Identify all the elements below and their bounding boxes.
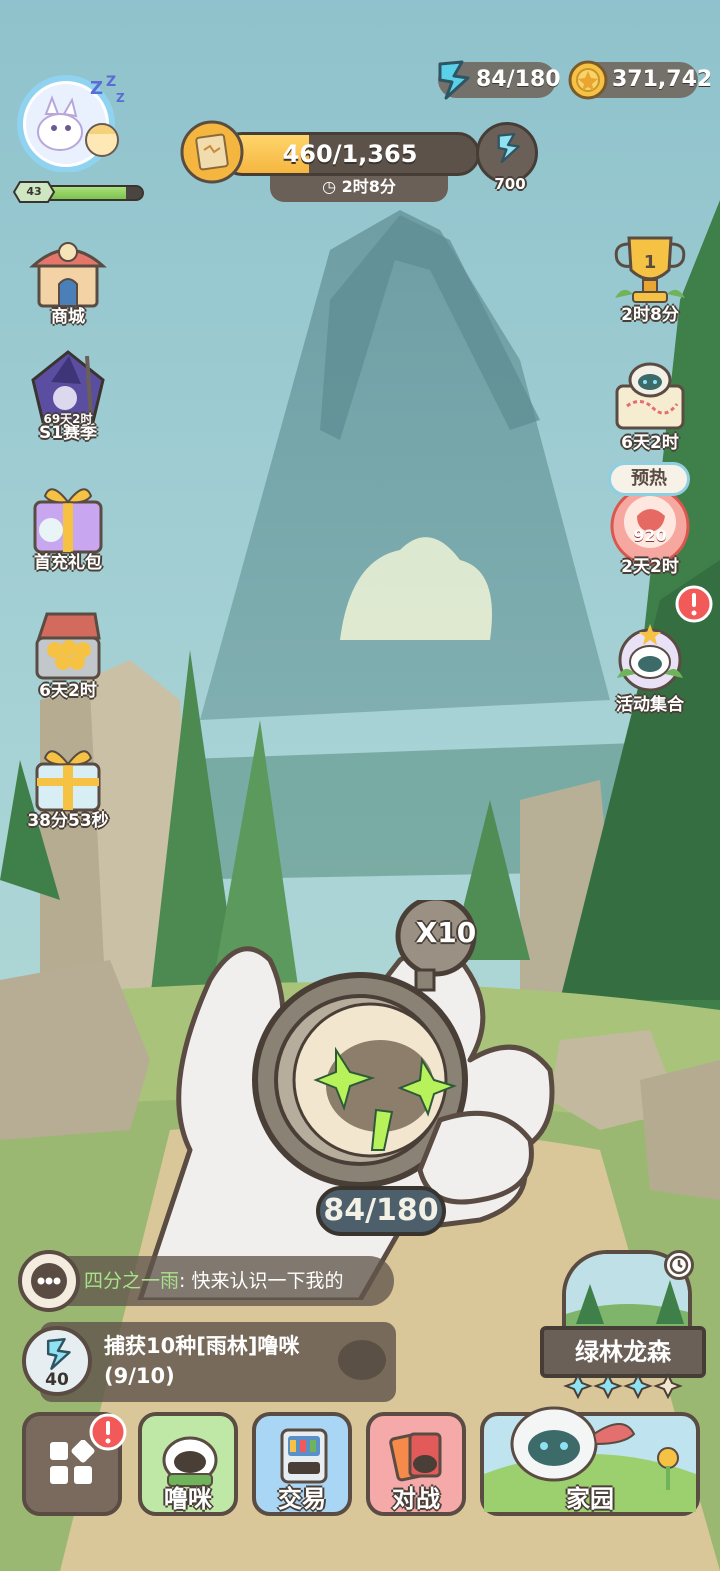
quest-reward-amount: 40 <box>45 1370 69 1390</box>
chat-sender: 四分之一雨 <box>84 1270 180 1292</box>
season-timer-text: 2时8分 <box>341 177 396 196</box>
shop-button[interactable]: 商城 <box>18 230 118 327</box>
map-scroll-label: 6天2时 <box>621 433 679 453</box>
treasure-chest-label: 6天2时 <box>39 681 97 701</box>
chat-preview: 四分之一雨: 快来认识一下我的 <box>84 1256 384 1306</box>
warmup-event-label: 2天2时 <box>621 557 679 577</box>
quest-progress: (9/10) <box>104 1364 175 1388</box>
svg-text:Z: Z <box>106 74 116 90</box>
season-reward[interactable]: 700 <box>476 122 538 193</box>
nav-trade-button[interactable]: 交易 <box>252 1412 352 1516</box>
coin-counter[interactable]: 371,742 <box>568 60 712 100</box>
quest-panel[interactable]: 捕获10种[雨林]噜咪 (9/10) <box>40 1322 396 1402</box>
map-scroll-button[interactable]: 6天2时 <box>600 356 700 453</box>
chat-more-icon <box>31 1263 67 1299</box>
nav-home-button[interactable]: 家园 <box>480 1406 700 1516</box>
energy-bolt-icon <box>438 60 470 100</box>
nav-home-label: 家园 <box>566 1485 614 1513</box>
clock-icon: ◷ <box>322 177 342 196</box>
season-progress-text: 460/1,365 <box>282 140 418 168</box>
clock-icon <box>669 1255 689 1275</box>
location-name[interactable]: 绿林龙森 <box>540 1326 706 1378</box>
season-pass-progress[interactable]: ◷ 2时8分 460/1,365 700 <box>180 120 540 210</box>
lumi-silhouette-icon <box>338 1340 386 1380</box>
capture-multiplier: X10 <box>415 916 477 949</box>
quest-reward: 40 <box>22 1326 92 1396</box>
trophy-button[interactable]: 1 2时8分 <box>600 228 700 325</box>
event-collection-label: 活动集合 <box>616 695 684 715</box>
capture-device[interactable] <box>100 900 580 1300</box>
treasure-chest-button[interactable]: 6天2时 <box>18 604 118 701</box>
shop-label: 商城 <box>51 307 85 327</box>
nav-trade-label: 交易 <box>278 1485 326 1513</box>
svg-text:Z: Z <box>90 78 103 99</box>
nav-battle-label: 对战 <box>392 1485 440 1513</box>
coin-value: 371,742 <box>612 67 713 92</box>
nav-alert-badge <box>88 1412 128 1452</box>
scroll-map-icon <box>180 120 244 184</box>
location-timer <box>664 1250 694 1280</box>
trophy-rank: 1 <box>643 252 657 273</box>
player-avatar[interactable]: Z Z Z <box>16 68 128 173</box>
gift-box-label: 38分53秒 <box>27 811 109 831</box>
energy-value: 84/180 <box>476 67 561 92</box>
game-scene: 84/180 371,742 Z Z Z 43 ◷ 2时8分 460/1,365… <box>0 0 720 1571</box>
gift-box-button[interactable]: 38分53秒 <box>18 734 118 831</box>
nav-lumi-button[interactable]: 噜咪 <box>138 1412 238 1516</box>
coin-icon <box>568 60 608 100</box>
season-reward-amount: 700 <box>494 175 526 193</box>
event-collection-button[interactable]: 活动集合 <box>600 618 700 715</box>
energy-bolt-icon <box>46 1338 71 1370</box>
warmup-bubble: 预热 <box>608 462 690 496</box>
energy-counter[interactable]: 84/180 <box>438 60 561 100</box>
chat-button[interactable] <box>18 1250 80 1312</box>
chat-message: 快来认识一下我的 <box>191 1270 344 1292</box>
nav-battle-button[interactable]: 对战 <box>366 1412 466 1516</box>
nav-lumi-label: 噜咪 <box>164 1485 212 1513</box>
svg-text:Z: Z <box>116 91 125 105</box>
quest-title: 捕获10种[雨林]噜咪 <box>104 1334 300 1358</box>
first-recharge-label: 首充礼包 <box>34 553 102 573</box>
season-badge: 69天2时 <box>43 412 93 426</box>
chat-bar[interactable]: 四分之一雨: 快来认识一下我的 <box>40 1256 394 1306</box>
avatar-portrait-icon: Z Z Z <box>17 74 125 173</box>
trophy-label: 2时8分 <box>621 305 679 325</box>
season-timer: ◷ 2时8分 <box>270 172 448 202</box>
energy-bolt-icon <box>497 132 520 164</box>
first-recharge-button[interactable]: 首充礼包 <box>18 476 118 573</box>
player-level-bar: 43 <box>12 180 144 204</box>
chat-colon: : <box>179 1270 192 1292</box>
capture-energy: 84/180 <box>316 1186 446 1236</box>
level-number: 43 <box>26 185 42 198</box>
season-button[interactable]: 69天2时 S1赛季 <box>18 346 118 443</box>
warmup-event-value: 920 <box>633 526 667 545</box>
level-badge: 43 <box>12 180 56 204</box>
exclamation-icon <box>89 1413 127 1451</box>
